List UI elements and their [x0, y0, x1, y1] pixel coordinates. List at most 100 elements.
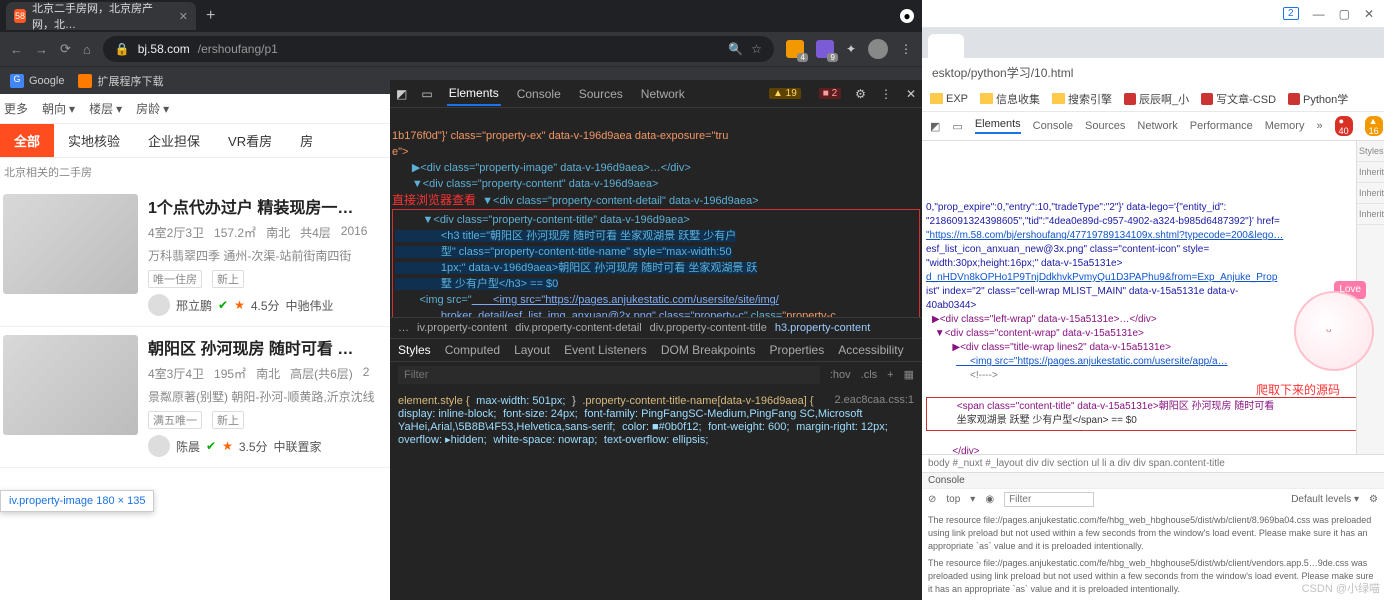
forward-icon[interactable]: →	[35, 42, 48, 57]
css-rules[interactable]: element.style { max-width: 501px; } .pro…	[390, 388, 922, 600]
agent-name: 邢立鹏	[176, 297, 212, 314]
extension-icon[interactable]	[816, 40, 834, 58]
more-icon[interactable]: ▦	[904, 368, 914, 381]
bookmark-link[interactable]: Python学	[1288, 91, 1348, 107]
bookmark-folder[interactable]: 信息收集	[980, 91, 1040, 107]
search-icon[interactable]: 🔍	[728, 42, 743, 56]
tab-computed[interactable]: Computed	[445, 343, 500, 357]
listing-item[interactable]: 1个点代办过户 精装现房一… 4室2厅3卫157.2㎡南北共4层2016 万科翡…	[0, 186, 390, 327]
bookmark-link[interactable]: 写文章-CSD	[1201, 91, 1276, 107]
warning-count[interactable]: ▲ 16	[1365, 116, 1383, 136]
filter-floor[interactable]: 楼层 ▾	[89, 100, 122, 117]
cls-toggle[interactable]: .cls	[861, 369, 878, 381]
inspect-icon[interactable]: ◩	[396, 87, 407, 101]
highlight-box: ▼<div class="property-content-title" dat…	[392, 209, 920, 317]
minimize-icon[interactable]: —	[1313, 7, 1325, 21]
error-count[interactable]: ● 40	[1335, 116, 1353, 136]
tab-console[interactable]: Console	[515, 83, 563, 105]
menu-icon[interactable]: ⋮	[900, 42, 912, 56]
home-icon[interactable]: ⌂	[83, 42, 91, 57]
bookmark-item[interactable]: 扩展程序下载	[78, 73, 163, 89]
tab-console[interactable]: Console	[1033, 120, 1073, 132]
error-count[interactable]: ■ 2	[819, 88, 841, 99]
tab-memory[interactable]: Memory	[1265, 120, 1305, 132]
url-host: bj.58.com	[138, 42, 190, 56]
levels-select[interactable]: Default levels ▾	[1291, 494, 1359, 505]
styles-filter-input[interactable]	[398, 366, 820, 384]
category-vr[interactable]: VR看房	[214, 124, 286, 157]
styles-filter-row: :hov .cls + ▦	[390, 361, 922, 388]
tab-count-badge[interactable]: 2	[1283, 7, 1299, 20]
tab-network[interactable]: Network	[1137, 120, 1177, 132]
tab-sources[interactable]: Sources	[577, 83, 625, 105]
extension-icon[interactable]	[786, 40, 804, 58]
gear-icon[interactable]: ⚙	[1369, 494, 1378, 505]
star-icon[interactable]: ☆	[751, 42, 762, 56]
filter-row: 更多 朝向 ▾ 楼层 ▾ 房龄 ▾	[0, 94, 390, 124]
close-icon[interactable]: ✕	[1364, 7, 1374, 21]
tab-elements[interactable]: Elements	[975, 118, 1021, 134]
tab-sources[interactable]: Sources	[1085, 120, 1125, 132]
console-filter-row: ⊘ top ▾ ◉ Default levels ▾ ⚙	[922, 488, 1384, 510]
tab-elements[interactable]: Elements	[447, 82, 501, 106]
menu-icon[interactable]: ⋮	[880, 87, 892, 101]
hov-toggle[interactable]: :hov	[830, 369, 851, 381]
maximize-icon[interactable]: ▢	[1339, 7, 1350, 21]
tab-properties[interactable]: Properties	[770, 343, 825, 357]
console-filter-input[interactable]	[1004, 492, 1094, 507]
profile-avatar[interactable]	[868, 39, 888, 59]
eye-icon[interactable]: ◉	[985, 494, 994, 505]
back-icon[interactable]: ←	[10, 42, 23, 57]
warning-count[interactable]: ▲ 19	[769, 88, 801, 99]
address-bar[interactable]: esktop/python学习/10.html	[922, 58, 1384, 86]
browser-tab[interactable]	[928, 34, 964, 58]
category-all[interactable]: 全部	[0, 124, 54, 157]
window-controls: 2 — ▢ ✕	[922, 0, 1384, 28]
inspect-icon[interactable]: ◩	[930, 120, 940, 133]
bookmark-folder[interactable]: EXP	[930, 93, 968, 105]
listing-title: 1个点代办过户 精装现房一…	[148, 194, 390, 218]
listing-thumb	[3, 335, 138, 435]
tab-styles[interactable]: Styles	[398, 343, 431, 357]
dom-breadcrumb[interactable]: … iv.property-content div.property-conte…	[390, 317, 922, 338]
bookmark-item[interactable]: GGoogle	[10, 74, 64, 88]
tab-strip	[922, 28, 1384, 58]
tab-network[interactable]: Network	[639, 83, 687, 105]
filter-more[interactable]: 更多	[4, 100, 28, 117]
tab-layout[interactable]: Layout	[514, 343, 550, 357]
filter-age[interactable]: 房龄 ▾	[136, 100, 169, 117]
reload-icon[interactable]: ⟳	[60, 41, 71, 57]
bookmark-link[interactable]: 辰辰啊_小	[1124, 91, 1189, 107]
omnibar: ← → ⟳ ⌂ 🔒 bj.58.com/ershoufang/p1 🔍 ☆ ✦ …	[0, 32, 922, 66]
tab-listeners[interactable]: Event Listeners	[564, 343, 647, 357]
bookmark-folder[interactable]: 搜索引擎	[1052, 91, 1112, 107]
tab-breakpoints[interactable]: DOM Breakpoints	[661, 343, 756, 357]
new-tab-button[interactable]: +	[206, 7, 215, 25]
tab-perf[interactable]: Performance	[1190, 120, 1253, 132]
device-icon[interactable]: ▭	[421, 87, 432, 101]
more-tabs-icon[interactable]: »	[1316, 120, 1322, 132]
listing-item[interactable]: 朝阳区 孙河现房 随时可看 … 4室3厅4卫195㎡南北高层(共6层)2 景粼原…	[0, 327, 390, 468]
category-guarantee[interactable]: 企业担保	[134, 124, 214, 157]
category-more[interactable]: 房	[286, 124, 327, 157]
console-header: Console	[922, 472, 1384, 488]
tab-strip: 58 北京二手房网，北京房产网，北… ✕ + ●	[0, 0, 922, 32]
category-verify[interactable]: 实地核验	[54, 124, 134, 157]
puzzle-icon[interactable]: ✦	[846, 42, 856, 56]
tag: 唯一住房	[148, 270, 202, 288]
filter-orientation[interactable]: 朝向 ▾	[42, 100, 75, 117]
tab-a11y[interactable]: Accessibility	[838, 343, 903, 357]
dom-tree[interactable]: StylesInheritInheritInherit Love 0,"prop…	[922, 141, 1384, 454]
dom-breadcrumb[interactable]: body #_nuxt #_layout div div section ul …	[922, 454, 1384, 472]
browser-tab[interactable]: 58 北京二手房网，北京房产网，北… ✕	[6, 2, 196, 30]
address-bar[interactable]: 🔒 bj.58.com/ershoufang/p1 🔍 ☆	[103, 36, 774, 62]
dom-tree[interactable]: 1b176f0d"}' class="property-ex" data-v-1…	[390, 108, 922, 317]
close-icon[interactable]: ✕	[179, 10, 188, 23]
close-icon[interactable]: ✕	[906, 87, 916, 101]
device-icon[interactable]: ▭	[952, 120, 962, 133]
context-select[interactable]: top	[946, 494, 960, 505]
clear-icon[interactable]: ⊘	[928, 494, 936, 505]
listing-meta: 4室2厅3卫157.2㎡南北共4层2016	[148, 224, 390, 241]
add-rule-icon[interactable]: +	[887, 369, 893, 381]
gear-icon[interactable]: ⚙	[855, 87, 866, 101]
